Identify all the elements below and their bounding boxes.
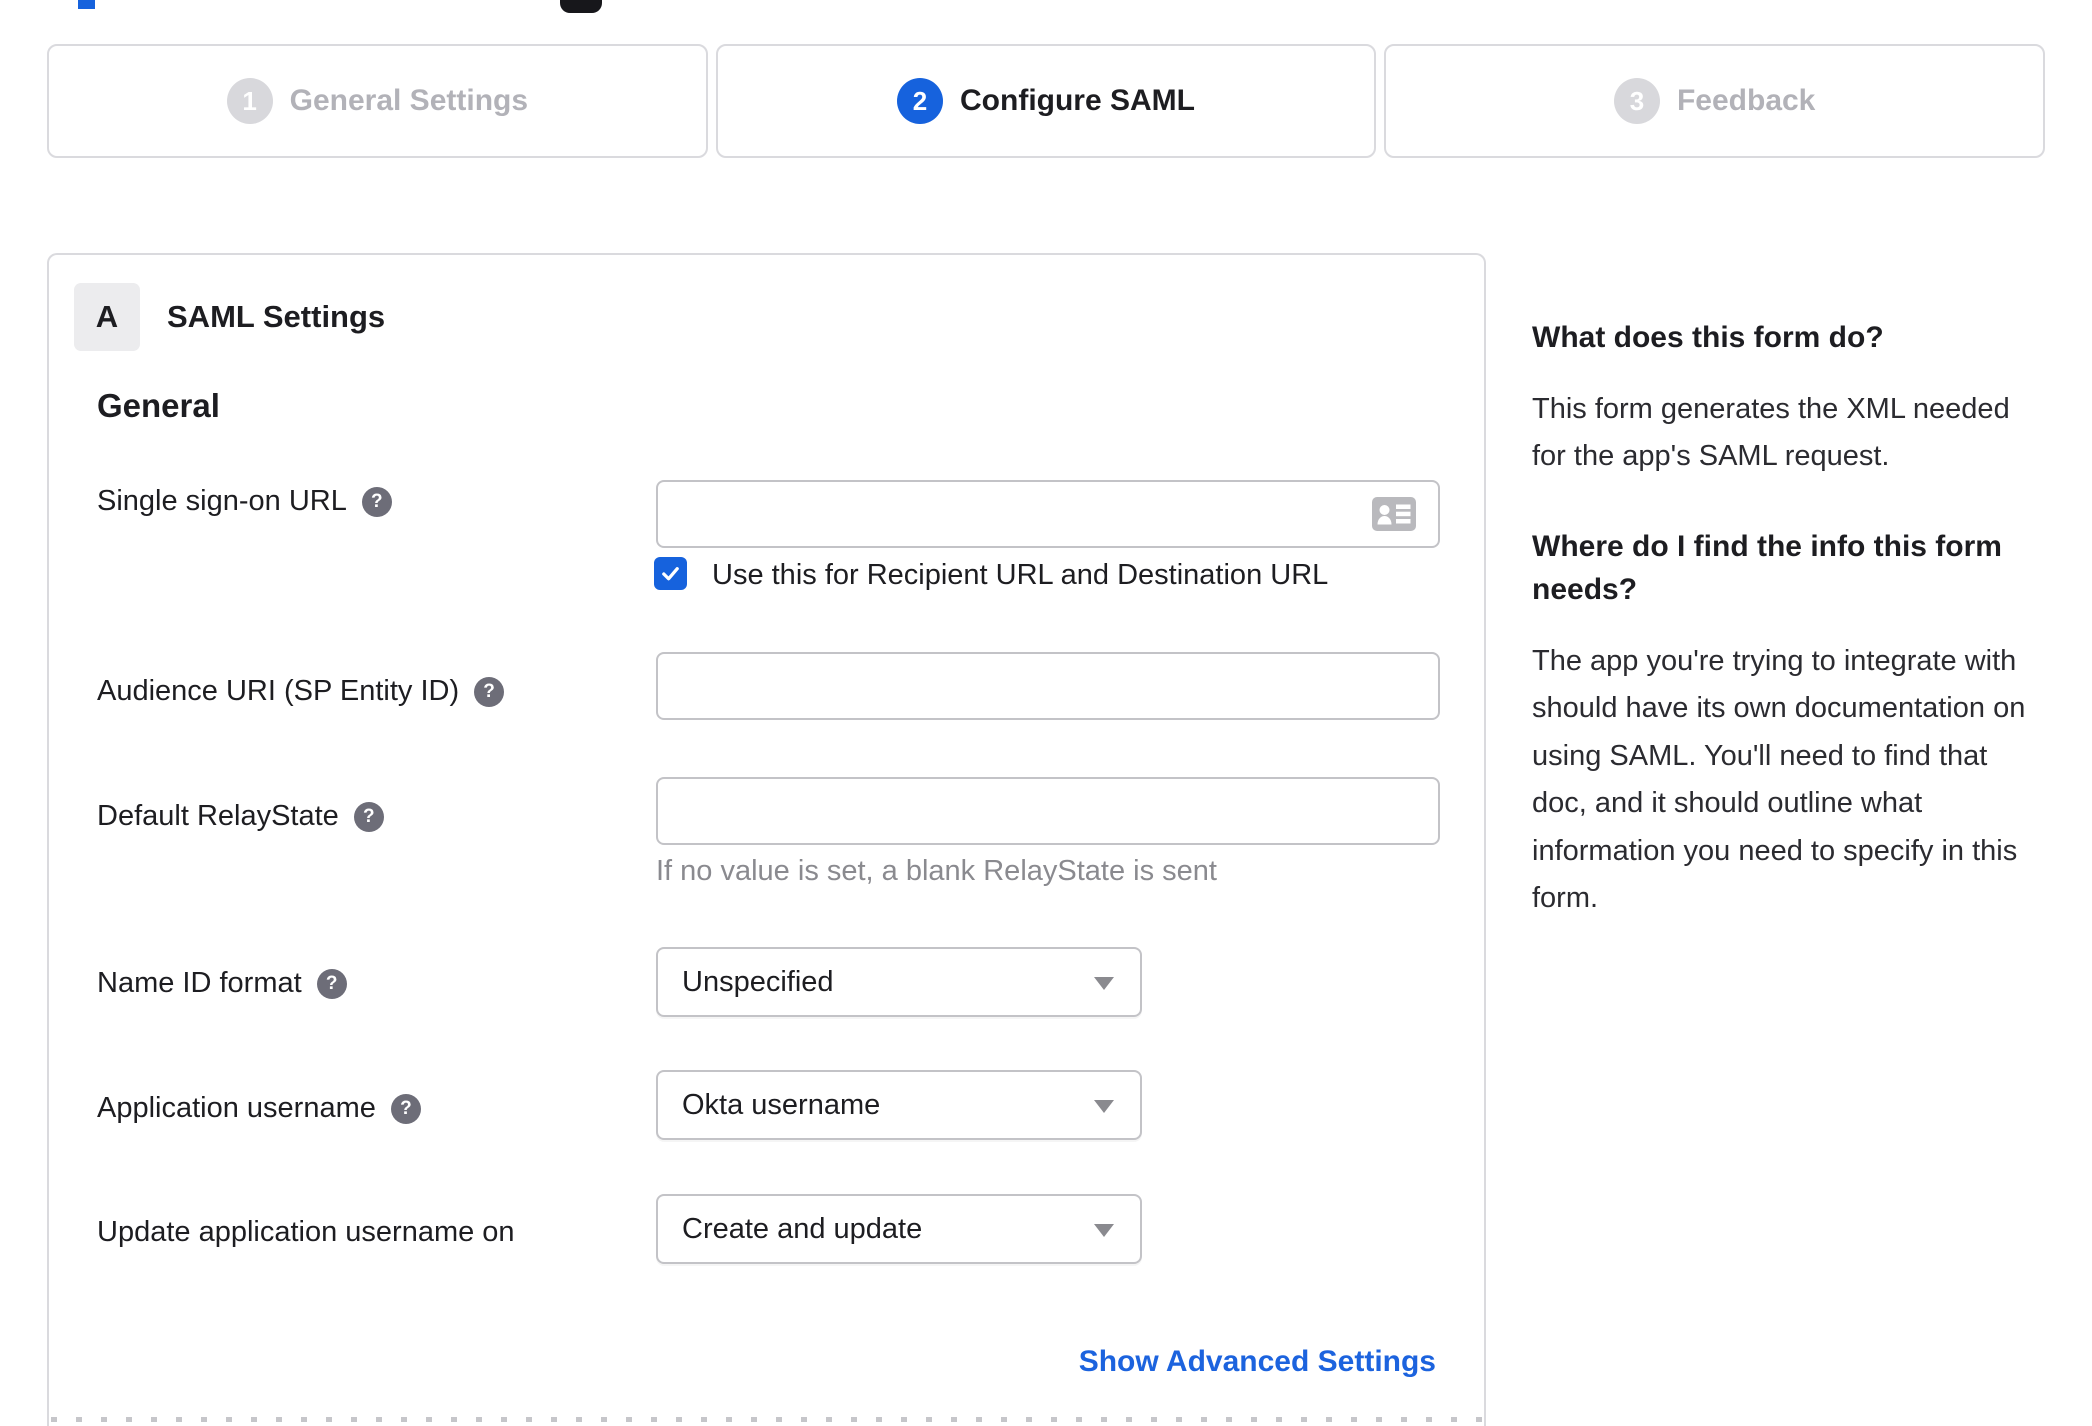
step-number-badge: 1 bbox=[226, 78, 273, 124]
chevron-down-icon bbox=[1094, 1224, 1114, 1237]
chevron-down-icon bbox=[1094, 977, 1114, 990]
step-general-settings[interactable]: 1 General Settings bbox=[47, 44, 708, 158]
default-relaystate-input[interactable] bbox=[656, 777, 1440, 845]
name-id-format-select[interactable]: Unspecified bbox=[656, 947, 1142, 1017]
help-icon[interactable]: ? bbox=[316, 968, 347, 999]
help-icon[interactable]: ? bbox=[361, 486, 392, 517]
selected-value: Create and update bbox=[682, 1212, 923, 1245]
recipient-destination-checkbox-label: Use this for Recipient URL and Destinati… bbox=[712, 559, 1329, 591]
name-id-format-label: Name ID format ? bbox=[97, 967, 347, 1000]
help-icon[interactable]: ? bbox=[353, 801, 384, 832]
saml-settings-panel: A SAML Settings General Single sign-on U… bbox=[47, 253, 1486, 1426]
chevron-down-icon bbox=[1094, 1100, 1114, 1113]
label-text: Application username bbox=[97, 1092, 376, 1124]
step-feedback[interactable]: 3 Feedback bbox=[1384, 44, 2046, 158]
step-number-badge: 2 bbox=[897, 78, 944, 124]
step-label: Feedback bbox=[1676, 84, 1816, 117]
audience-uri-label: Audience URI (SP Entity ID) ? bbox=[97, 675, 505, 708]
label-text: Single sign-on URL bbox=[97, 485, 347, 517]
section-dotted-divider bbox=[51, 1417, 1482, 1422]
step-label: General Settings bbox=[289, 84, 529, 117]
selected-value: Okta username bbox=[682, 1088, 881, 1121]
update-application-username-select[interactable]: Create and update bbox=[656, 1194, 1142, 1264]
help-heading-what: What does this form do? bbox=[1532, 321, 1884, 354]
cropped-header-fragment-blue bbox=[78, 0, 95, 9]
check-icon bbox=[662, 567, 679, 581]
section-a-badge: A bbox=[74, 283, 140, 351]
label-text: Default RelayState bbox=[97, 800, 339, 832]
recipient-destination-checkbox[interactable] bbox=[654, 557, 687, 590]
single-sign-on-url-label: Single sign-on URL ? bbox=[97, 485, 392, 518]
update-application-username-label: Update application username on bbox=[97, 1216, 515, 1249]
configure-saml-page: 1 General Settings 2 Configure SAML 3 Fe… bbox=[0, 0, 2092, 1426]
relaystate-hint: If no value is set, a blank RelayState i… bbox=[656, 855, 1217, 887]
step-number-badge: 3 bbox=[1613, 78, 1660, 124]
step-label: Configure SAML bbox=[960, 84, 1195, 117]
single-sign-on-url-input[interactable] bbox=[656, 480, 1440, 548]
label-text: Update application username on bbox=[97, 1216, 515, 1248]
audience-uri-input[interactable] bbox=[656, 652, 1440, 720]
step-configure-saml[interactable]: 2 Configure SAML bbox=[715, 44, 1377, 158]
help-icon[interactable]: ? bbox=[474, 676, 505, 707]
help-body-where: The app you're trying to integrate with … bbox=[1532, 644, 2026, 915]
contact-card-icon bbox=[1372, 497, 1416, 531]
help-icon[interactable]: ? bbox=[390, 1093, 421, 1124]
single-sign-on-url-field bbox=[656, 480, 1440, 548]
label-text: Audience URI (SP Entity ID) bbox=[97, 675, 460, 707]
cropped-header-fragment-dark bbox=[560, 0, 602, 13]
help-heading-where: Where do I find the info this form needs… bbox=[1532, 529, 2002, 607]
default-relaystate-label: Default RelayState ? bbox=[97, 800, 384, 833]
help-body-what: This form generates the XML needed for t… bbox=[1532, 392, 2010, 473]
section-title: SAML Settings bbox=[167, 299, 386, 334]
wizard-stepper: 1 General Settings 2 Configure SAML 3 Fe… bbox=[47, 44, 2046, 158]
help-sidebar: What does this form do? This form genera… bbox=[1532, 316, 2037, 967]
selected-value: Unspecified bbox=[682, 965, 834, 998]
general-group-title: General bbox=[97, 387, 220, 424]
label-text: Name ID format bbox=[97, 967, 302, 999]
application-username-label: Application username ? bbox=[97, 1092, 421, 1125]
show-advanced-settings-link[interactable]: Show Advanced Settings bbox=[1079, 1345, 1436, 1379]
application-username-select[interactable]: Okta username bbox=[656, 1070, 1142, 1140]
